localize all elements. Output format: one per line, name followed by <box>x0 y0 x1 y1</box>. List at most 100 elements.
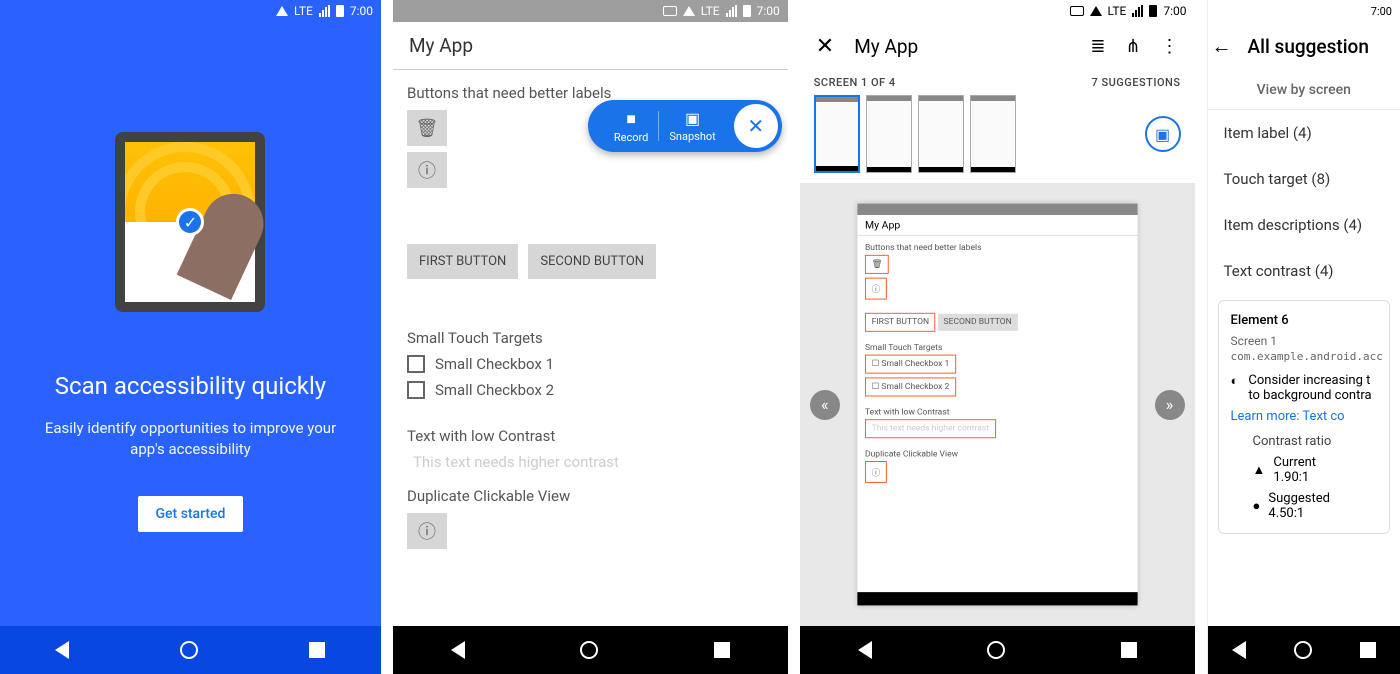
app-bar: ← All suggestion <box>1208 22 1400 70</box>
category-text-contrast[interactable]: Text contrast (4) <box>1208 248 1400 294</box>
thumbnail[interactable] <box>866 95 912 173</box>
nav-home-icon[interactable] <box>580 641 598 659</box>
warning-icon: ▲ <box>1253 462 1266 478</box>
close-fab-button[interactable]: ✕ <box>734 104 778 148</box>
wifi-icon <box>276 6 288 16</box>
check-circle-icon: ● <box>1253 498 1261 514</box>
checkbox-icon <box>407 355 425 373</box>
info-button[interactable]: ⓘ <box>407 513 447 549</box>
status-bar: LTE 7:00 <box>393 0 788 22</box>
signal-icon <box>726 5 737 17</box>
suggestion-card[interactable]: Element 6 Screen 1 com.example.android.a… <box>1218 300 1390 534</box>
check-icon: ✓ <box>176 208 204 236</box>
thumbnail[interactable] <box>970 95 1016 173</box>
battery-icon <box>336 5 344 17</box>
nav-bar <box>393 626 788 674</box>
screen-thumbnails: ▣ <box>800 95 1195 183</box>
nav-back-icon[interactable] <box>451 641 465 659</box>
info-button[interactable]: ⓘ <box>407 152 447 188</box>
second-button[interactable]: SECOND BUTTON <box>528 244 656 279</box>
onboarding-subtitle: Easily identify opportunities to improve… <box>30 418 351 460</box>
section-header: Text with low Contrast <box>407 427 774 445</box>
back-button[interactable]: ← <box>1212 34 1232 59</box>
overflow-menu-button[interactable]: ⋮ <box>1161 36 1179 57</box>
wifi-icon <box>683 6 695 16</box>
nav-recent-icon[interactable] <box>714 642 730 658</box>
status-bar: LTE 7:00 <box>0 0 381 22</box>
list-view-button[interactable]: ≣ <box>1090 36 1105 57</box>
snapshot-button[interactable]: ▣Snapshot <box>659 109 725 143</box>
nav-recent-icon[interactable] <box>309 642 325 658</box>
category-item-label[interactable]: Item label (4) <box>1208 110 1400 156</box>
section-header: Small Touch Targets <box>407 329 774 347</box>
app-bar: ✕ My App ≣ ⋔ ⋮ <box>800 22 1195 70</box>
nav-recent-icon[interactable] <box>1360 642 1376 658</box>
highlight: ⓘ <box>865 461 887 483</box>
battery-icon <box>1149 5 1157 17</box>
clock: 7:00 <box>350 4 373 18</box>
highlight: ☐ Small Checkbox 1 <box>865 355 956 374</box>
lte-label: LTE <box>294 4 313 18</box>
info-icon: ⓘ <box>418 157 436 183</box>
gallery-fab[interactable]: ▣ <box>1145 116 1181 152</box>
share-button[interactable]: ⋔ <box>1125 36 1140 57</box>
next-screen-button[interactable]: » <box>1155 390 1185 420</box>
onboarding-screen: LTE 7:00 ✓ Scan accessibility quickly Ea… <box>0 0 381 674</box>
onboarding-illustration: ✓ <box>100 122 280 322</box>
screenshot-preview: « My App Buttons that need better labels… <box>800 183 1195 626</box>
prev-screen-button[interactable]: « <box>810 390 840 420</box>
nav-back-icon[interactable] <box>858 641 872 659</box>
checkbox-row[interactable]: Small Checkbox 1 <box>407 355 774 373</box>
metric-title: Contrast ratio <box>1253 434 1377 449</box>
highlight: ☐ Small Checkbox 2 <box>865 377 956 396</box>
suggestion-count: 7 SUGGESTIONS <box>1091 76 1180 89</box>
nav-back-icon[interactable] <box>1232 641 1246 659</box>
cast-icon <box>663 6 677 16</box>
lte-label: LTE <box>1108 4 1127 18</box>
signal-icon <box>1132 5 1143 17</box>
videocam-icon: ■ <box>614 109 648 129</box>
category-touch-target[interactable]: Touch target (8) <box>1208 156 1400 202</box>
trash-icon: 🗑 <box>416 118 439 139</box>
suggestions-screen: 7:00 ← All suggestion View by screen Ite… <box>1207 0 1400 674</box>
record-button[interactable]: ■Record <box>604 109 658 144</box>
learn-more-link[interactable]: Learn more: Text co <box>1231 409 1377 424</box>
nav-home-icon[interactable] <box>987 641 1005 659</box>
checkbox-row[interactable]: Small Checkbox 2 <box>407 381 774 399</box>
get-started-button[interactable]: Get started <box>138 496 244 532</box>
results-screen: LTE 7:00 ✕ My App ≣ ⋔ ⋮ SCREEN 1 OF 4 7 … <box>800 0 1195 674</box>
close-button[interactable]: ✕ <box>816 34 834 59</box>
nav-recent-icon[interactable] <box>1121 642 1137 658</box>
low-contrast-text: This text needs higher contrast <box>407 453 774 471</box>
highlight: This text needs higher contrast <box>865 419 996 438</box>
page-title: All suggestion <box>1248 35 1369 58</box>
nav-bar <box>1208 626 1400 674</box>
onboarding-title: Scan accessibility quickly <box>55 372 326 400</box>
clock: 7:00 <box>757 4 780 18</box>
tab-view-by-screen[interactable]: View by screen <box>1208 70 1400 110</box>
first-button[interactable]: FIRST BUTTON <box>407 244 518 279</box>
nav-home-icon[interactable] <box>180 641 198 659</box>
checkbox-icon <box>407 381 425 399</box>
thumbnail[interactable] <box>814 95 860 173</box>
annotated-screenshot[interactable]: My App Buttons that need better labels 🗑… <box>857 204 1137 606</box>
close-icon: ✕ <box>747 114 764 138</box>
screen-ref: Screen 1 <box>1231 334 1377 348</box>
battery-icon <box>743 5 751 17</box>
test-app-screen: LTE 7:00 My App Buttons that need better… <box>393 0 788 674</box>
clock: 7:00 <box>1371 5 1392 18</box>
nav-bar <box>0 626 381 674</box>
element-title: Element 6 <box>1231 313 1377 328</box>
section-header: Duplicate Clickable View <box>407 487 774 505</box>
wifi-icon <box>1090 6 1102 16</box>
delete-button[interactable]: 🗑 <box>407 110 447 146</box>
nav-home-icon[interactable] <box>1294 641 1312 659</box>
highlight: FIRST BUTTON <box>865 313 936 332</box>
image-icon: ▣ <box>1155 125 1170 144</box>
nav-back-icon[interactable] <box>55 641 69 659</box>
thumbnail[interactable] <box>918 95 964 173</box>
package-name: com.example.android.acc <box>1231 350 1377 363</box>
nav-bar <box>800 626 1195 674</box>
category-item-descriptions[interactable]: Item descriptions (4) <box>1208 202 1400 248</box>
contrast-icon: ◐ <box>1231 373 1239 403</box>
